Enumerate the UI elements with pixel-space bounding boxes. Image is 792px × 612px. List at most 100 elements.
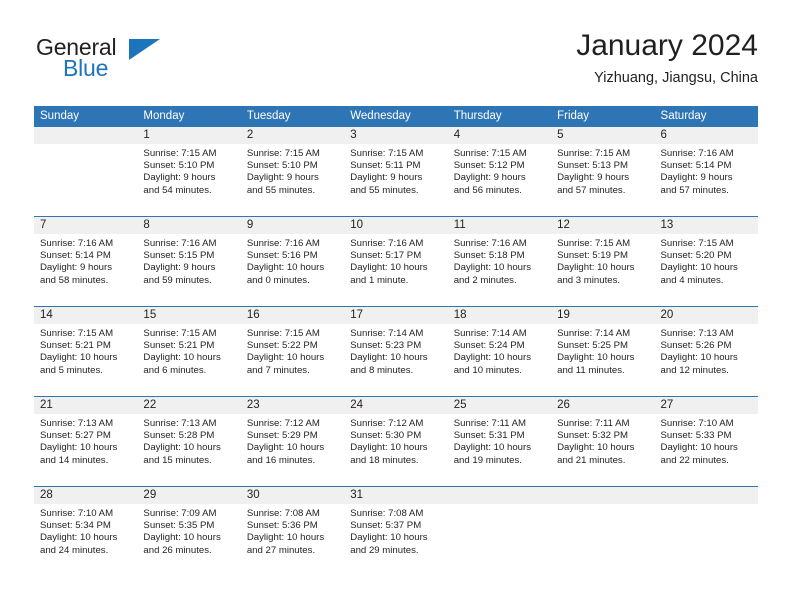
day-sun-info: Sunrise: 7:11 AM Sunset: 5:32 PM Daylight:… [551,414,654,467]
day-number: 18 [447,307,552,324]
calendar-day-cell[interactable]: 12 Sunrise: 7:15 AM Sunset: 5:19 PM Dayligh… [551,216,655,307]
calendar-day-cell[interactable]: 26 Sunrise: 7:11 AM Sunset: 5:32 PM Dayligh… [551,396,655,487]
calendar-day-cell[interactable]: 9 Sunrise: 7:16 AM Sunset: 5:16 PM Daylight… [240,216,345,307]
day-sunrise-text: Sunrise: 7:13 AM [660,328,734,339]
calendar-day-cell[interactable]: 16 Sunrise: 7:15 AM Sunset: 5:22 PM Dayligh… [240,306,345,397]
calendar-body: 1 Sunrise: 7:15 AM Sunset: 5:10 PM Daylight… [34,126,758,576]
calendar-day-cell[interactable]: 11 Sunrise: 7:16 AM Sunset: 5:18 PM Dayligh… [447,216,552,307]
day-daylight-text: Daylight: 10 hours [350,262,428,274]
day-number: 31 [344,487,448,504]
day-number: 29 [137,487,241,504]
day-sun-info: Sunrise: 7:15 AM Sunset: 5:11 PM Daylight:… [344,144,447,197]
day-cell-content: 18 Sunrise: 7:14 AM Sunset: 5:24 PM Dayligh… [447,307,552,396]
calendar-day-cell[interactable]: 4 Sunrise: 7:15 AM Sunset: 5:12 PM Daylight… [447,126,552,217]
day-sunset-text: Sunset: 5:29 PM [246,430,318,442]
day-number: 1 [137,127,241,144]
calendar-day-cell[interactable]: 28 Sunrise: 7:10 AM Sunset: 5:34 PM Dayligh… [34,486,138,576]
day-number: 3 [344,127,448,144]
calendar-day-cell[interactable]: 10 Sunrise: 7:16 AM Sunset: 5:17 PM Dayligh… [344,216,448,307]
day-daylight-text: and 24 minutes. [40,544,109,556]
day-daylight-text: Daylight: 10 hours [40,532,118,544]
day-sun-info: Sunrise: 7:10 AM Sunset: 5:34 PM Daylight:… [34,504,137,557]
day-number: 24 [344,397,448,414]
calendar-day-cell[interactable]: 17 Sunrise: 7:14 AM Sunset: 5:23 PM Dayligh… [344,306,448,397]
day-daylight-text: Daylight: 10 hours [246,442,325,454]
calendar-day-cell[interactable]: 25 Sunrise: 7:11 AM Sunset: 5:31 PM Dayligh… [447,396,552,487]
day-cell-content: 31 Sunrise: 7:08 AM Sunset: 5:37 PM Dayligh… [344,487,448,576]
day-sunset-text: Sunset: 5:22 PM [246,340,318,352]
calendar-day-cell[interactable]: 19 Sunrise: 7:14 AM Sunset: 5:25 PM Dayligh… [551,306,655,397]
day-sun-info: Sunrise: 7:15 AM Sunset: 5:10 PM Daylight:… [241,144,344,197]
day-sunrise-text: Sunrise: 7:15 AM [660,238,734,249]
day-daylight-text: and 7 minutes. [246,364,310,376]
calendar-page: General Blue January 2024 Yizhuang, Jian… [0,0,792,612]
day-cell-content: 13 Sunrise: 7:15 AM Sunset: 5:20 PM Dayligh… [654,217,758,306]
general-blue-logo: General Blue [34,34,234,88]
day-sunset-text: Sunset: 5:34 PM [40,520,111,532]
calendar-day-cell[interactable]: 30 Sunrise: 7:08 AM Sunset: 5:36 PM Dayligh… [240,486,345,576]
calendar-week-row: 7 Sunrise: 7:16 AM Sunset: 5:14 PM Daylight… [34,216,758,307]
day-daylight-text: Daylight: 10 hours [40,352,118,364]
calendar-day-cell[interactable]: 7 Sunrise: 7:16 AM Sunset: 5:14 PM Daylight… [34,216,138,307]
day-number: 22 [137,397,241,414]
calendar-day-cell[interactable]: 15 Sunrise: 7:15 AM Sunset: 5:21 PM Dayligh… [137,306,241,397]
calendar-day-cell[interactable]: 14 Sunrise: 7:15 AM Sunset: 5:21 PM Dayligh… [34,306,138,397]
day-cell-content: 6 Sunrise: 7:16 AM Sunset: 5:14 PM Daylight… [654,127,758,216]
day-sun-info [551,504,654,508]
day-daylight-text: Daylight: 10 hours [557,352,635,364]
calendar-day-cell[interactable]: 13 Sunrise: 7:15 AM Sunset: 5:20 PM Dayligh… [654,216,758,307]
weekday-header-thursday: Thursday [447,106,552,127]
day-sunset-text: Sunset: 5:13 PM [557,160,629,172]
day-sunrise-text: Sunrise: 7:12 AM [350,418,424,429]
day-sun-info: Sunrise: 7:14 AM Sunset: 5:24 PM Daylight:… [448,324,551,377]
calendar-day-cell[interactable]: 8 Sunrise: 7:16 AM Sunset: 5:15 PM Daylight… [137,216,241,307]
calendar-day-cell[interactable]: 27 Sunrise: 7:10 AM Sunset: 5:33 PM Dayligh… [654,396,758,487]
day-cell-content: 1 Sunrise: 7:15 AM Sunset: 5:10 PM Daylight… [137,127,241,216]
day-daylight-text: Daylight: 10 hours [350,442,428,454]
day-daylight-text: Daylight: 10 hours [453,442,532,454]
day-daylight-text: and 19 minutes. [453,454,522,466]
calendar-day-cell[interactable]: 5 Sunrise: 7:15 AM Sunset: 5:13 PM Daylight… [551,126,655,217]
day-sunset-text: Sunset: 5:25 PM [557,340,629,352]
day-cell-content [654,487,758,576]
calendar-day-cell[interactable]: 23 Sunrise: 7:12 AM Sunset: 5:29 PM Dayligh… [240,396,345,487]
calendar-day-cell[interactable] [654,486,758,576]
day-cell-content: 27 Sunrise: 7:10 AM Sunset: 5:33 PM Dayligh… [654,397,758,486]
day-sunrise-text: Sunrise: 7:13 AM [40,418,114,429]
calendar-day-cell[interactable]: 21 Sunrise: 7:13 AM Sunset: 5:27 PM Dayligh… [34,396,138,487]
calendar-day-cell[interactable]: 22 Sunrise: 7:13 AM Sunset: 5:28 PM Dayligh… [137,396,241,487]
calendar-day-cell[interactable] [34,126,138,217]
day-sun-info: Sunrise: 7:14 AM Sunset: 5:23 PM Daylight:… [344,324,447,377]
day-daylight-text: and 27 minutes. [246,544,316,556]
calendar-day-cell[interactable]: 1 Sunrise: 7:15 AM Sunset: 5:10 PM Daylight… [137,126,241,217]
day-number: 4 [447,127,552,144]
day-number [447,487,552,504]
day-sunrise-text: Sunrise: 7:14 AM [350,328,424,339]
calendar-day-cell[interactable] [447,486,552,576]
calendar-day-cell[interactable]: 31 Sunrise: 7:08 AM Sunset: 5:37 PM Dayligh… [344,486,448,576]
calendar-day-cell[interactable]: 24 Sunrise: 7:12 AM Sunset: 5:30 PM Dayligh… [344,396,448,487]
day-number: 27 [654,397,758,414]
page-title: January 2024 [576,29,758,62]
calendar-day-cell[interactable]: 3 Sunrise: 7:15 AM Sunset: 5:11 PM Daylight… [344,126,448,217]
day-daylight-text: and 6 minutes. [143,364,207,376]
weekday-header-row: Sunday Monday Tuesday Wednesday Thursday… [34,106,758,127]
day-daylight-text: and 26 minutes. [143,544,212,556]
day-sunset-text: Sunset: 5:28 PM [143,430,215,442]
day-number: 30 [240,487,345,504]
day-cell-content: 5 Sunrise: 7:15 AM Sunset: 5:13 PM Daylight… [551,127,655,216]
day-daylight-text: and 0 minutes. [246,274,310,286]
day-sun-info: Sunrise: 7:16 AM Sunset: 5:14 PM Daylight:… [655,144,758,197]
day-daylight-text: Daylight: 10 hours [557,262,635,274]
day-sunset-text: Sunset: 5:23 PM [350,340,422,352]
day-number: 14 [34,307,138,324]
calendar-day-cell[interactable]: 18 Sunrise: 7:14 AM Sunset: 5:24 PM Dayligh… [447,306,552,397]
calendar-day-cell[interactable]: 2 Sunrise: 7:15 AM Sunset: 5:10 PM Daylight… [240,126,345,217]
calendar-day-cell[interactable]: 20 Sunrise: 7:13 AM Sunset: 5:26 PM Dayligh… [654,306,758,397]
calendar-day-cell[interactable]: 6 Sunrise: 7:16 AM Sunset: 5:14 PM Daylight… [654,126,758,217]
day-daylight-text: and 59 minutes. [143,274,212,286]
day-sunrise-text: Sunrise: 7:15 AM [143,148,217,159]
calendar-day-cell[interactable]: 29 Sunrise: 7:09 AM Sunset: 5:35 PM Dayligh… [137,486,241,576]
calendar-day-cell[interactable] [551,486,655,576]
day-sun-info: Sunrise: 7:09 AM Sunset: 5:35 PM Daylight:… [137,504,240,557]
